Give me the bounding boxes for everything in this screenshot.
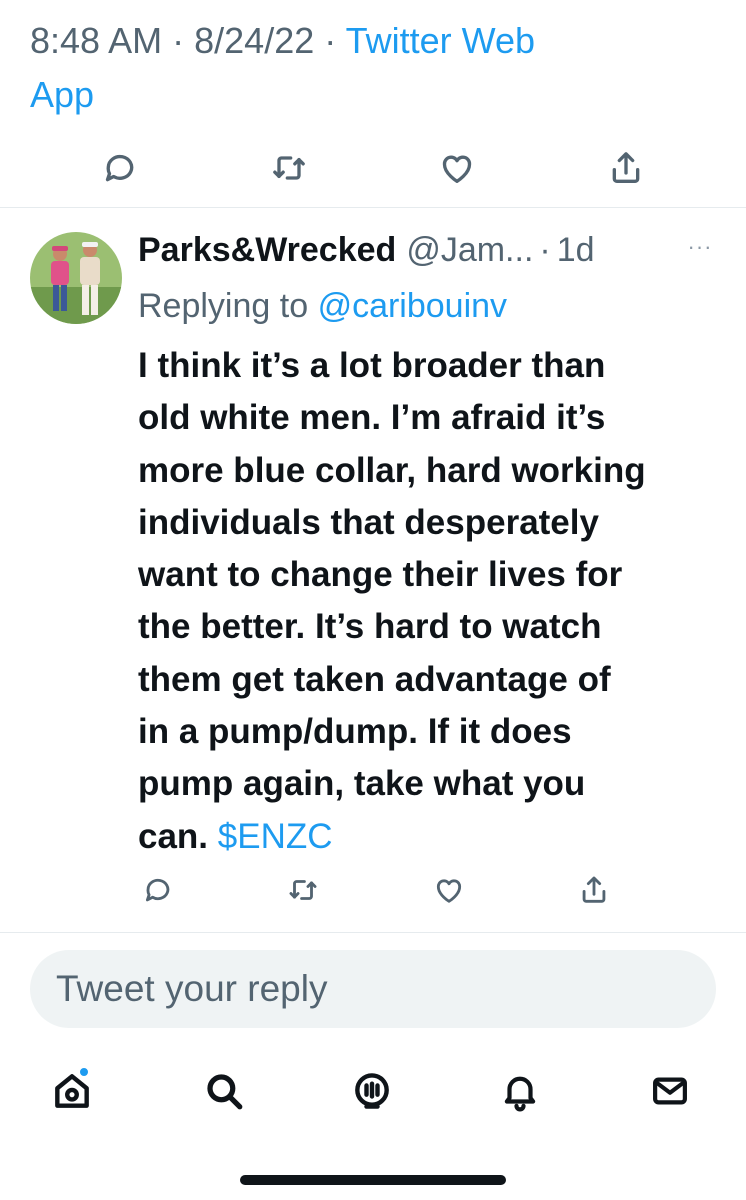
- tweet-meta: 8:48 AM · 8/24/22 · Twitter Web App: [30, 14, 720, 122]
- tweet-text-line: I think it’s a lot broader than: [138, 346, 606, 385]
- avatar-photo: [30, 232, 122, 324]
- share-button[interactable]: [572, 868, 616, 912]
- reply-button[interactable]: [98, 146, 142, 190]
- cashtag-link[interactable]: $ENZC: [218, 817, 333, 856]
- tweet-text-line: them get taken advantage of: [138, 659, 611, 699]
- tweet-text-line: individuals that desperately: [138, 502, 599, 542]
- comment-icon: [105, 154, 134, 182]
- tweet-text-last-line: can. $ENZC: [138, 811, 728, 863]
- tab-search[interactable]: [194, 1066, 254, 1116]
- tweet-text-line: can.: [138, 816, 209, 856]
- tweet-text-line: want to change their lives for: [138, 555, 623, 595]
- tweet-header: Parks&Wrecked @Jam... · 1d: [138, 224, 718, 276]
- tweet-text-line: in a pump/dump. If it does: [138, 712, 572, 752]
- retweet-button[interactable]: [281, 868, 325, 912]
- tweet-text-line: the better. It’s hard to watch: [138, 607, 602, 647]
- tab-spaces[interactable]: [342, 1066, 402, 1116]
- tweet-source-line2[interactable]: App: [30, 74, 94, 115]
- display-name[interactable]: Parks&Wrecked: [138, 231, 396, 270]
- reply-tweet-actions: [136, 870, 616, 910]
- spaces-icon: [355, 1073, 389, 1109]
- tweet-text-line: pump again, take what you: [138, 764, 586, 804]
- tweet-text: I think it’s a lot broader than old whit…: [138, 340, 728, 863]
- avatar[interactable]: [30, 232, 122, 324]
- home-unread-dot: [78, 1066, 90, 1078]
- tab-notifications[interactable]: [490, 1066, 550, 1116]
- replying-to: Replying to @caribouinv: [138, 280, 718, 332]
- comment-icon: [145, 878, 170, 902]
- tweet-text-line: more blue collar, hard working: [138, 450, 646, 490]
- tweet-time: 8:48 AM: [30, 20, 163, 61]
- reply-button[interactable]: [136, 868, 180, 912]
- meta-separator: ·: [324, 20, 337, 61]
- tab-home[interactable]: [42, 1066, 102, 1116]
- like-icon: [443, 155, 472, 183]
- divider: [0, 207, 746, 208]
- retweet-icon: [272, 156, 305, 180]
- more-options-button[interactable]: ···: [680, 232, 720, 262]
- tweet-date: 8/24/22: [194, 20, 315, 61]
- like-button[interactable]: [427, 868, 471, 912]
- share-icon: [612, 152, 640, 183]
- messages-icon: [653, 1077, 687, 1105]
- search-icon: [207, 1074, 243, 1110]
- tweet-detail-screen: 8:48 AM · 8/24/22 · Twitter Web App Park…: [0, 0, 746, 1200]
- notifications-icon: [504, 1076, 536, 1112]
- tweet-source-line1[interactable]: Twitter Web: [346, 20, 535, 61]
- tab-messages[interactable]: [640, 1066, 700, 1116]
- like-button[interactable]: [435, 146, 479, 190]
- meta-separator: ·: [172, 20, 185, 61]
- replying-to-mention[interactable]: @caribouinv: [318, 287, 508, 325]
- user-handle[interactable]: @Jam...: [406, 231, 533, 270]
- more-icon: ···: [687, 234, 713, 259]
- share-button[interactable]: [604, 146, 648, 190]
- retweet-button[interactable]: [267, 146, 311, 190]
- like-icon: [436, 879, 461, 903]
- replying-prefix: Replying to: [138, 287, 309, 325]
- divider: [0, 932, 746, 933]
- reply-composer[interactable]: [30, 950, 716, 1028]
- bottom-tab-bar: [0, 1060, 746, 1120]
- meta-separator: ·: [539, 230, 551, 269]
- retweet-icon: [289, 880, 317, 900]
- share-icon: [582, 876, 606, 903]
- home-indicator[interactable]: [240, 1175, 506, 1185]
- tweet-text-line: old white men. I’m afraid it’s: [138, 398, 606, 438]
- reply-input[interactable]: [56, 968, 716, 1010]
- tweet-age[interactable]: 1d: [557, 231, 595, 270]
- focused-tweet-actions: [98, 146, 648, 190]
